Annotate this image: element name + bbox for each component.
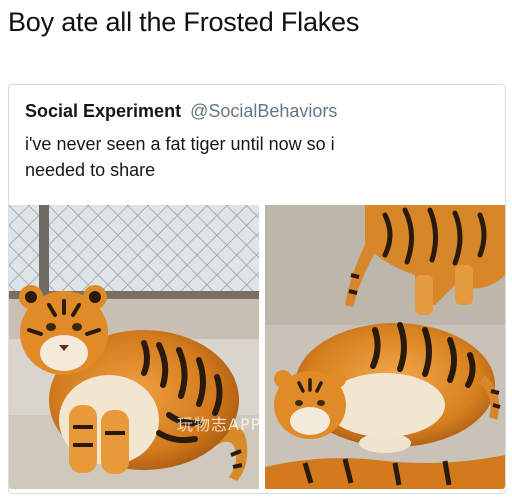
tweet-text-line: needed to share <box>25 160 156 180</box>
tweet-text: i've never seen a fat tiger until now so… <box>25 131 485 183</box>
tweet-text-line: i've never seen a fat tiger until now so… <box>25 134 335 154</box>
tiger-sitting-photo[interactable] <box>9 205 259 489</box>
tweet-header: Social Experiment @SocialBehaviors <box>25 99 337 123</box>
tiger-lying-illustration <box>265 205 505 489</box>
tiger-sitting-illustration <box>9 205 259 489</box>
tweet-display-name[interactable]: Social Experiment <box>25 101 181 121</box>
meme-caption: Boy ate all the Frosted Flakes <box>8 7 360 37</box>
tweet-handle[interactable]: @SocialBehaviors <box>190 101 337 121</box>
embedded-tweet[interactable]: Social Experiment @SocialBehaviors i've … <box>8 84 506 494</box>
watermark-text: 玩物志APP <box>177 415 262 434</box>
tiger-lying-photo[interactable] <box>265 205 505 489</box>
